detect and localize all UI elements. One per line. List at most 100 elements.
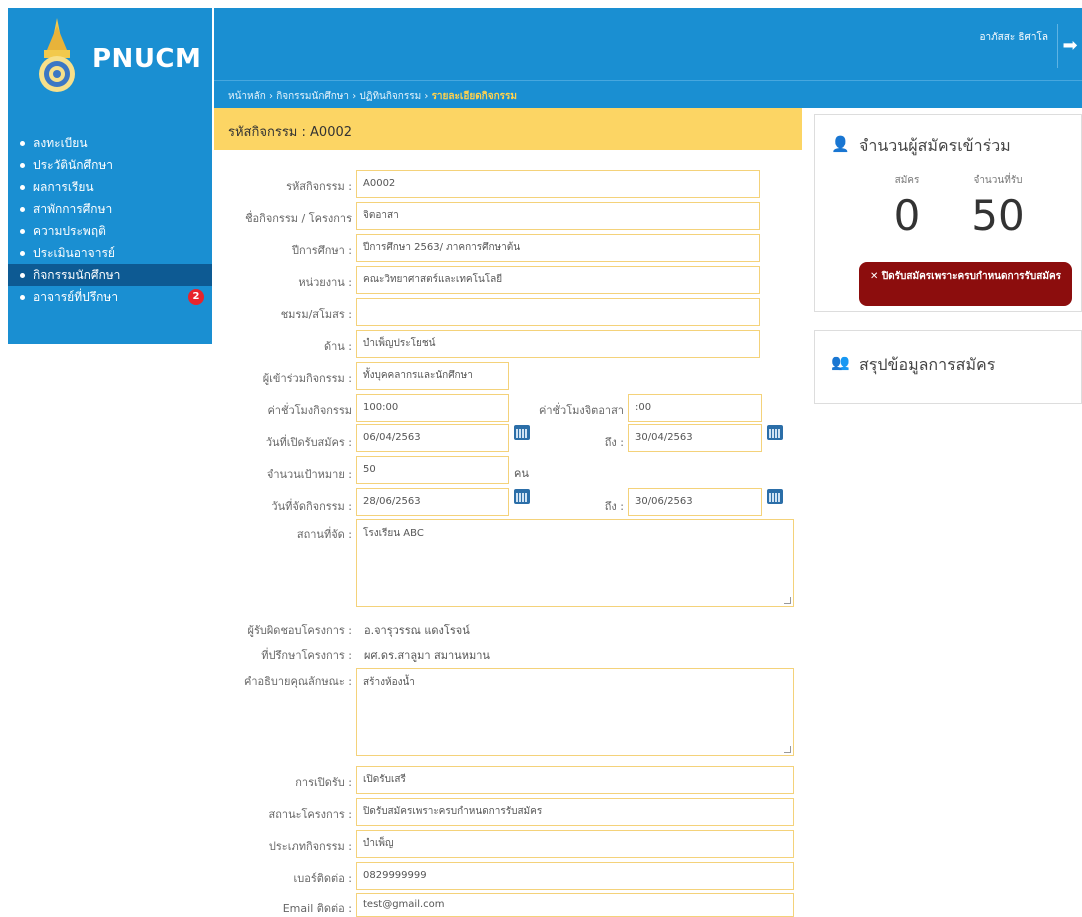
sidebar-item-label: อาจารย์ที่ปรึกษา [33,290,119,304]
opening-field[interactable]: เปิดรับเสรี [356,766,794,794]
status-field[interactable]: ปิดรับสมัครเพราะครบกำหนดการรับสมัคร [356,798,794,826]
registration-closed-button[interactable]: ✕ ปิดรับสมัครเพราะครบกำหนดการรับสมัคร [859,262,1072,306]
advisor-value: ผศ.ดร.สาลูมา สมานหมาน [364,649,490,662]
owner-label: ผู้รับผิดชอบโครงการ : [247,624,352,637]
sidebar-item-profile[interactable]: ประวัตินักศึกษา [8,154,212,176]
calendar-icon[interactable] [767,425,783,440]
sidebar: ลงทะเบียน ประวัตินักศึกษา ผลการเรียน สาพ… [8,108,212,344]
sidebar-item-leave[interactable]: สาพักการศึกษา [8,198,212,220]
resize-grip-icon[interactable] [784,746,791,753]
venue-label: สถานที่จัด : [296,528,352,541]
name-label: ชื่อกิจกรรม / โครงการ [245,212,352,225]
activity-code-title: รหัสกิจกรรม : A0002 [228,125,353,140]
aspect-field[interactable]: บำเพ็ญประโยชน์ [356,330,760,358]
participants-field[interactable]: ทั้งบุคคลากรและนักศึกษา [356,362,509,390]
breadcrumb-separator: › [352,91,357,102]
event-start-field[interactable]: 28/06/2563 [356,488,509,516]
hours-label: ค่าชั่วโมงกิจกรรม [267,404,352,417]
breadcrumb-current: รายละเอียดกิจกรรม [431,91,517,102]
logout-arrow-icon[interactable]: ➡ [1057,24,1082,68]
sidebar-item-advisor[interactable]: อาจารย์ที่ปรึกษา 2 [8,286,212,308]
type-label: ประเภทกิจกรรม : [268,840,352,853]
applied-count: 0 [893,191,921,240]
summary-panel: 👥 สรุปข้อมูลการสมัคร [814,330,1082,404]
volunteer-hours-label: ค่าชั่วโมงจิตอาสา [539,404,624,417]
sidebar-item-label: ผลการเรียน [33,180,94,194]
breadcrumb-activities[interactable]: กิจกรรมนักศึกษา [276,91,349,102]
sidebar-item-evaluation[interactable]: ประเมินอาจารย์ [8,242,212,264]
bullet-icon [20,229,25,234]
year-field[interactable]: ปีการศึกษา 2563/ ภาคการศึกษาต้น [356,234,760,262]
event-start-label: วันที่จัดกิจกรรม : [271,500,352,513]
venue-textarea[interactable]: โรงเรียน ABC [356,519,794,607]
event-end-field[interactable]: 30/06/2563 [628,488,762,516]
description-text: สร้างห้องน้ำ [363,677,415,688]
year-label: ปีการศึกษา : [291,244,352,257]
unit-field[interactable]: คณะวิทยาศาสตร์และเทคโนโลยี [356,266,760,294]
bullet-icon [20,141,25,146]
club-field[interactable] [356,298,760,326]
sidebar-item-register[interactable]: ลงทะเบียน [8,132,212,154]
venue-text: โรงเรียน ABC [363,528,424,539]
logo-area[interactable]: PNUCM [8,8,212,108]
sidebar-item-activities[interactable]: กิจกรรมนักศึกษา [8,264,212,286]
user-icon: 👤 [831,135,850,153]
resize-grip-icon[interactable] [784,597,791,604]
reg-end-field[interactable]: 30/04/2563 [628,424,762,452]
bullet-icon [20,185,25,190]
volunteer-hours-field[interactable]: :00 [628,394,762,422]
calendar-icon[interactable] [514,425,530,440]
breadcrumb-bar: หน้าหลัก › กิจกรรมนักศึกษา › ปฏิทินกิจกร… [214,80,1082,108]
hours-field[interactable]: 100:00 [356,394,509,422]
activity-code-bar: รหัสกิจกรรม : A0002 [214,108,802,150]
opening-label: การเปิดรับ : [295,776,352,789]
target-field[interactable]: 50 [356,456,509,484]
breadcrumb: หน้าหลัก › กิจกรรมนักศึกษา › ปฏิทินกิจกร… [228,89,517,104]
participants-label: ผู้เข้าร่วมกิจกรรม : [262,372,352,385]
sidebar-menu: ลงทะเบียน ประวัตินักศึกษา ผลการเรียน สาพ… [8,132,212,308]
university-emblem-icon [39,18,75,92]
type-field[interactable]: บำเพ็ญ [356,830,794,858]
applicants-panel: 👤 จำนวนผู้สมัครเข้าร่วม สมัคร จำนวนที่รั… [814,114,1082,312]
bullet-icon [20,295,25,300]
phone-field[interactable]: 0829999999 [356,862,794,890]
reg-start-label: วันที่เปิดรับสมัคร : [265,436,352,449]
bullet-icon [20,251,25,256]
calendar-icon[interactable] [767,489,783,504]
unit-label: หน่วยงาน : [298,276,352,289]
code-field[interactable]: A0002 [356,170,760,198]
summary-title: สรุปข้อมูลการสมัคร [859,355,996,374]
notification-badge: 2 [188,289,204,305]
user-name[interactable]: อาภัสสะ ธิศาโล [979,30,1048,45]
code-label: รหัสกิจกรรม : [286,180,352,193]
capacity-label: จำนวนที่รับ [973,175,1023,186]
app-logo-text: PNUCM [92,44,202,74]
sidebar-item-label: กิจกรรมนักศึกษา [33,268,121,282]
header-bar: อาภัสสะ ธิศาโล ➡ [214,8,1082,80]
email-label: Email ติดต่อ : [282,902,352,915]
sidebar-item-conduct[interactable]: ความประพฤติ [8,220,212,242]
sidebar-item-grades[interactable]: ผลการเรียน [8,176,212,198]
reg-end-label: ถึง : [604,436,624,449]
sidebar-item-label: ประวัตินักศึกษา [33,158,114,172]
phone-label: เบอร์ติดต่อ : [293,872,353,885]
breadcrumb-home[interactable]: หน้าหลัก [228,91,266,102]
sidebar-item-label: สาพักการศึกษา [33,202,113,216]
capacity-count: 50 [971,191,1025,240]
bullet-icon [20,273,25,278]
sidebar-item-label: ความประพฤติ [33,224,106,238]
top-spacer [0,0,1082,8]
event-end-label: ถึง : [604,500,624,513]
breadcrumb-separator: › [424,91,429,102]
target-unit: คน [514,467,529,480]
description-textarea[interactable]: สร้างห้องน้ำ [356,668,794,756]
breadcrumb-calendar[interactable]: ปฏิทินกิจกรรม [359,91,421,102]
breadcrumb-separator: › [269,91,274,102]
name-field[interactable]: จิตอาสา [356,202,760,230]
email-field[interactable]: test@gmail.com [356,893,794,917]
calendar-icon[interactable] [514,489,530,504]
applied-label: สมัคร [894,175,920,186]
reg-start-field[interactable]: 06/04/2563 [356,424,509,452]
club-label: ชมรม/สโมสร : [280,308,352,321]
applicants-title: จำนวนผู้สมัครเข้าร่วม [859,136,1011,155]
